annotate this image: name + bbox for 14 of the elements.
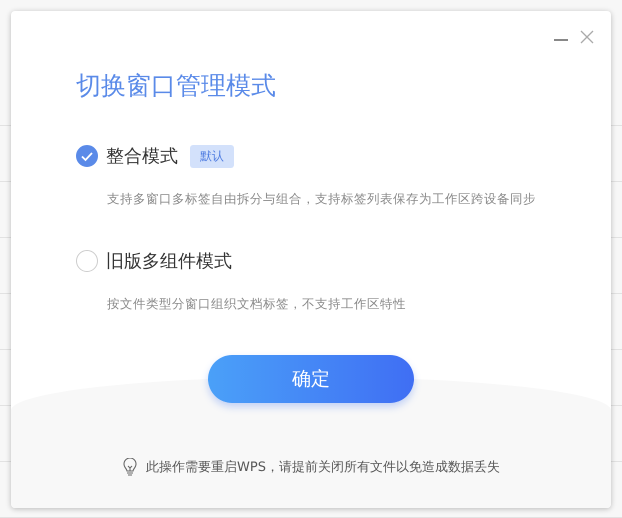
- default-badge: 默认: [190, 144, 234, 168]
- restart-notice: 此操作需要重启WPS，请提前关闭所有文件以免造成数据丢失: [146, 459, 500, 476]
- dialog-title: 切换窗口管理模式: [76, 70, 277, 102]
- confirm-button[interactable]: 确定: [208, 355, 414, 403]
- option-description: 支持多窗口多标签自由拆分与组合，支持标签列表保存为工作区跨设备同步: [107, 191, 537, 208]
- minimize-icon: [554, 39, 568, 41]
- close-icon: [580, 30, 594, 44]
- option-description: 按文件类型分窗口组织文档标签，不支持工作区特性: [107, 296, 407, 313]
- radio-button[interactable]: [76, 145, 98, 167]
- option-label[interactable]: 旧版多组件模式: [106, 249, 232, 273]
- close-button[interactable]: [579, 29, 595, 45]
- lightbulb-icon: [122, 458, 138, 476]
- option-label[interactable]: 整合模式: [106, 144, 178, 168]
- radio-button[interactable]: [76, 250, 98, 272]
